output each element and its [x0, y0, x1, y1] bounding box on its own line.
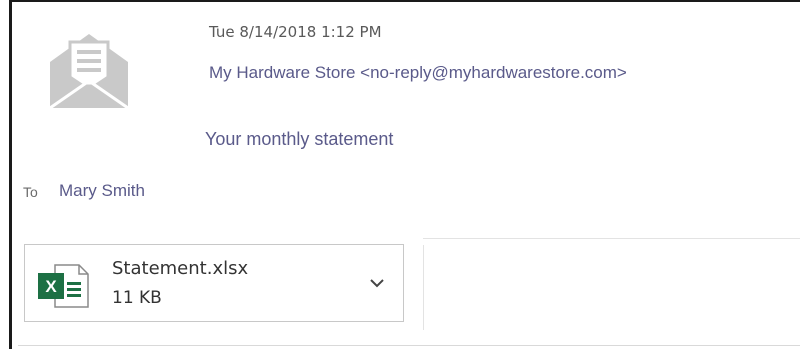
attachment-column-divider	[423, 245, 424, 330]
attachment-filename: Statement.xlsx	[112, 258, 249, 279]
reading-pane-left-border	[9, 0, 12, 349]
message-date: Tue 8/14/2018 1:12 PM	[209, 23, 382, 41]
recipient-name[interactable]: Mary Smith	[59, 181, 145, 201]
reading-pane-bottom-rule	[18, 345, 800, 346]
chevron-down-icon[interactable]	[365, 271, 389, 295]
envelope-letter-icon	[44, 26, 134, 114]
excel-icon: X	[37, 264, 89, 308]
reading-pane-top-border	[9, 0, 800, 2]
message-subject: Your monthly statement	[205, 129, 394, 149]
excel-badge-letter: X	[45, 277, 57, 296]
attachment-card[interactable]: X Statement.xlsx 11 KB	[24, 244, 404, 322]
to-label: To	[23, 184, 38, 200]
attachment-size: 11 KB	[112, 288, 162, 308]
attachment-bar-divider	[423, 238, 800, 239]
sender-address[interactable]: My Hardware Store <no-reply@myhardwarest…	[209, 63, 627, 83]
